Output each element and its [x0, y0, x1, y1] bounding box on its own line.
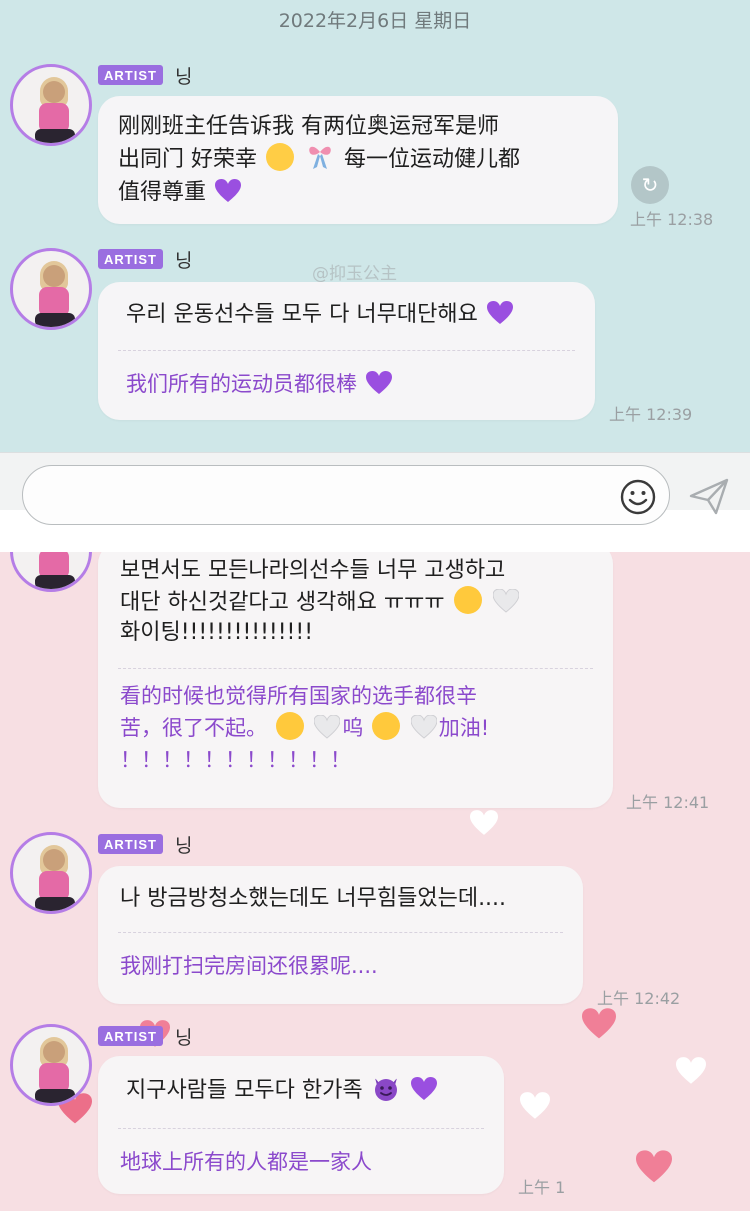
send-icon[interactable]: [688, 476, 730, 516]
translation-divider: [118, 350, 575, 351]
sender-name: 닝: [174, 1026, 193, 1049]
sender-row: ARTIST 닝: [98, 63, 193, 88]
sender-name: 닝: [174, 249, 193, 272]
avatar[interactable]: [10, 552, 92, 592]
chat-panel-top: 2022年2月6日 星期日 ARTIST 닝 刚刚班主任告诉我 有两位奥运冠军是…: [0, 0, 750, 452]
sender-row: ARTIST 닝: [98, 247, 193, 272]
translation-divider: [118, 1128, 484, 1129]
decorative-heart-icon: [582, 1008, 616, 1039]
avatar[interactable]: [10, 1024, 92, 1106]
purple-heart-icon: [486, 301, 513, 324]
decorative-heart-icon: [636, 1150, 672, 1183]
watermark: @抑玉公主: [312, 264, 397, 284]
sender-name: 닝: [174, 65, 193, 88]
translation-text: 我刚打扫完房间还很累呢....: [120, 954, 378, 978]
message-time: 上午 12:38: [630, 210, 714, 229]
translation-divider: [118, 932, 563, 933]
message-bubble[interactable]: 刚刚班主任告诉我 有两位奥运冠军是师 出同门 好荣幸 每一位运动健儿都 值得尊重: [98, 96, 618, 224]
message-bubble[interactable]: 지구사람들 모두다 한가족 地球上所有的人都是一家人: [98, 1056, 504, 1194]
decorative-heart-icon: [520, 1092, 550, 1119]
message-text: 刚刚班主任告诉我 有两位奥运冠军是师 出同门 好荣幸 每一位运动健儿都 值得尊重: [118, 114, 521, 205]
purple-heart-icon: [365, 371, 392, 394]
decorative-heart-icon: [676, 1057, 706, 1084]
sender-name: 닝: [174, 834, 193, 857]
artist-badge: ARTIST: [98, 834, 163, 854]
message-text: 우리 운동선수들 모두 다 너무대단해요: [126, 298, 515, 331]
artist-badge: ARTIST: [98, 249, 163, 269]
sneezing-emoji-icon: [275, 712, 304, 740]
message-bubble[interactable]: 우리 운동선수들 모두 다 너무대단해요 我们所有的运动员都很棒: [98, 282, 595, 420]
message-time: 上午 1: [518, 1178, 566, 1197]
avatar[interactable]: [10, 832, 92, 914]
translation-divider: [118, 668, 593, 669]
purple-heart-icon: [215, 179, 242, 202]
message-input[interactable]: [22, 465, 670, 525]
artist-badge: ARTIST: [98, 65, 163, 85]
sender-row: ARTIST 닝: [98, 1024, 193, 1049]
chat-panel-bottom: 보면서도 모든나라의선수들 너무 고생하고 대단 하신것같다고 생각해요 ㅠㅠㅠ…: [0, 552, 750, 1211]
message-bubble[interactable]: 보면서도 모든나라의선수들 너무 고생하고 대단 하신것같다고 생각해요 ㅠㅠㅠ…: [98, 552, 613, 808]
smiling-devil-emoji-icon: [374, 1078, 397, 1101]
translation-text: 看的时候也觉得所有国家的选手都很辛 苦，很了不起。 呜 加油! ！！！！！！！！…: [120, 684, 490, 772]
smile-icon[interactable]: [619, 478, 657, 516]
purple-heart-icon: [410, 1077, 437, 1100]
message-time: 上午 12:42: [597, 989, 681, 1008]
avatar[interactable]: [10, 248, 92, 330]
message-text: 보면서도 모든나라의선수들 너무 고생하고 대단 하신것같다고 생각해요 ㅠㅠㅠ…: [120, 556, 521, 648]
tear-smile-emoji-icon: [266, 143, 294, 171]
sneezing-emoji-icon: [453, 586, 482, 614]
message-time: 上午 12:41: [626, 793, 710, 812]
sender-row: ARTIST 닝: [98, 832, 193, 857]
translation-text: 地球上所有的人都是一家人: [120, 1150, 372, 1174]
white-heart-icon: [492, 589, 519, 613]
artist-badge: ARTIST: [98, 1026, 163, 1046]
sneezing-emoji-icon: [372, 712, 401, 740]
message-text: 나 방금방청소했는데도 너무힘들었는데....: [120, 886, 507, 911]
white-heart-icon: [314, 715, 341, 739]
refresh-icon[interactable]: ↻: [631, 166, 669, 204]
message-time: 上午 12:39: [609, 405, 693, 424]
translation-text: 我们所有的运动员都很棒: [126, 368, 394, 400]
decorative-heart-icon: [470, 810, 498, 835]
date-header: 2022年2月6日 星期日: [278, 10, 472, 32]
message-bubble[interactable]: 나 방금방청소했는데도 너무힘들었는데.... 我刚打扫完房间还很累呢....: [98, 866, 583, 1004]
message-text: 지구사람들 모두다 한가족: [126, 1074, 439, 1107]
ribbon-emoji-icon: [309, 146, 331, 169]
avatar[interactable]: [10, 64, 92, 146]
white-heart-icon: [410, 715, 437, 739]
